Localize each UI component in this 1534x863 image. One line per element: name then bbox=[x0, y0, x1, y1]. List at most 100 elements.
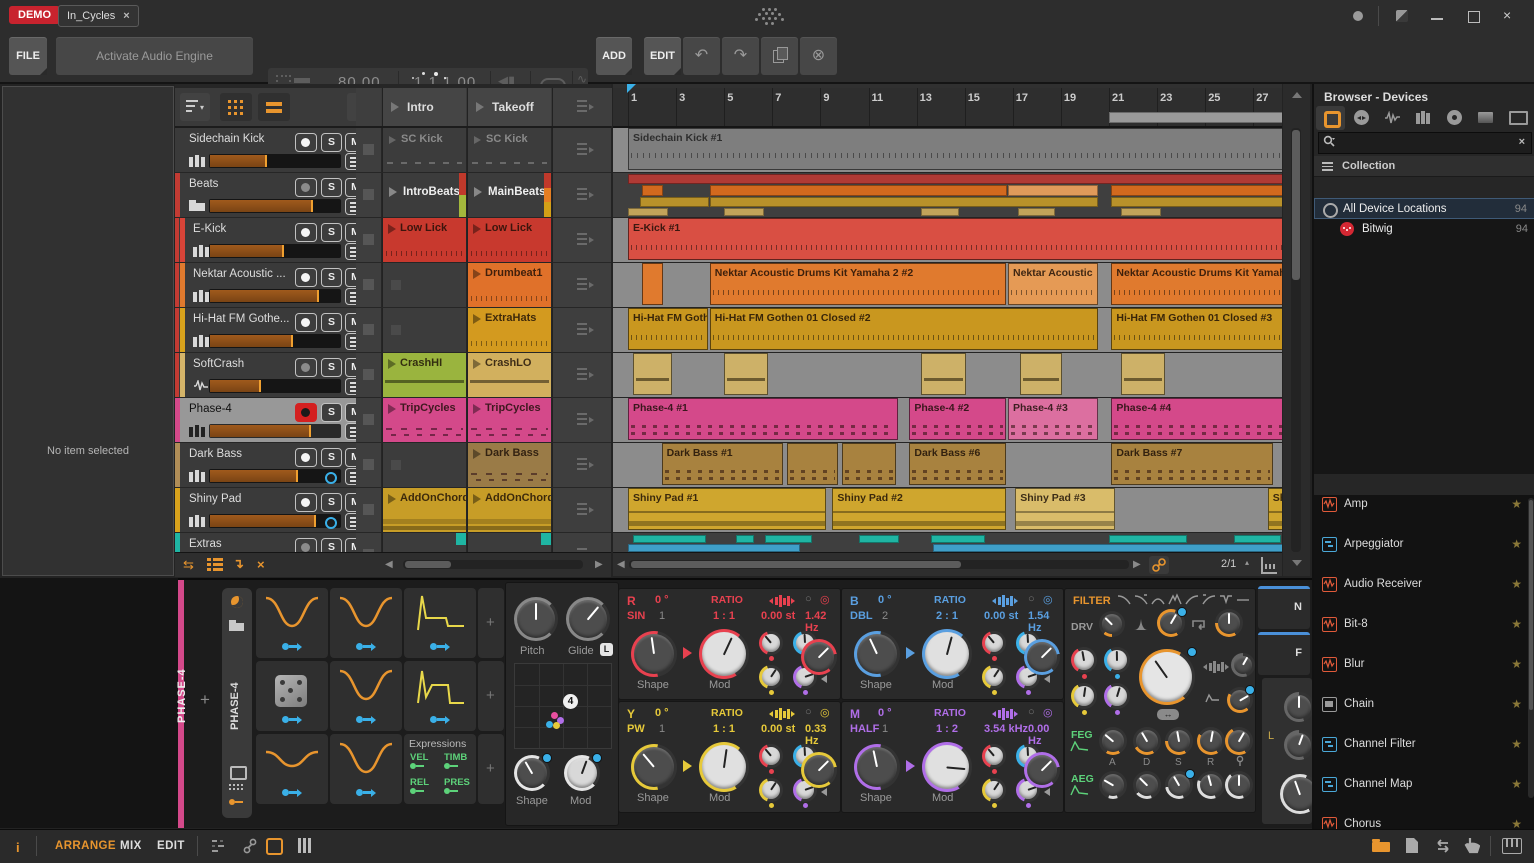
record-arm-button[interactable] bbox=[295, 178, 317, 197]
osc-rate-value[interactable]: 0.33 Hz bbox=[805, 723, 840, 747]
record-arm-button[interactable] bbox=[295, 403, 317, 422]
osc-level-knob[interactable] bbox=[801, 752, 837, 788]
favorite-star-icon[interactable]: ★ bbox=[1511, 657, 1522, 671]
piano-panel-icon[interactable] bbox=[1502, 838, 1522, 854]
modulator-cell-sine[interactable] bbox=[256, 588, 328, 658]
link-views-icon[interactable] bbox=[243, 838, 257, 854]
link-zoom-icon[interactable] bbox=[1149, 556, 1169, 574]
clip-options-cell[interactable] bbox=[552, 533, 611, 552]
filter-shape-icon[interactable] bbox=[1236, 593, 1250, 606]
filter-env-amount-knob[interactable] bbox=[1227, 687, 1253, 713]
osc-letter[interactable]: B bbox=[850, 594, 859, 608]
group-sub-clip[interactable] bbox=[736, 535, 754, 543]
osc-mod-source-knob[interactable] bbox=[759, 744, 783, 768]
clip-slot[interactable]: SC Kick bbox=[467, 128, 551, 172]
arranger-clip[interactable] bbox=[921, 353, 965, 395]
browser-search-field[interactable]: × bbox=[1318, 132, 1532, 154]
osc-mode[interactable]: SIN bbox=[627, 610, 645, 622]
morph-dot[interactable] bbox=[553, 722, 560, 729]
dual-display-icon[interactable] bbox=[212, 840, 226, 852]
arranger-clip[interactable]: Phase-4 #3 bbox=[1008, 398, 1098, 440]
osc-mod-knob[interactable] bbox=[699, 629, 749, 679]
track-header-e-kick[interactable]: E-KickSM bbox=[175, 218, 380, 262]
arranger-clip[interactable]: Shiny Pad #3 bbox=[1015, 488, 1115, 530]
feg-knob[interactable] bbox=[1165, 727, 1193, 755]
aeg-knob[interactable] bbox=[1225, 771, 1253, 799]
group-sub-clip[interactable] bbox=[933, 544, 1282, 552]
filter-mod-source-knob[interactable] bbox=[1071, 647, 1097, 673]
aeg-knob[interactable] bbox=[1165, 771, 1193, 799]
osc-mode[interactable]: DBL bbox=[850, 610, 873, 622]
clip-stop-cell[interactable] bbox=[356, 173, 381, 217]
mod-route-icon[interactable] bbox=[356, 642, 376, 651]
arranger-clip[interactable]: Nektar Acoustic bbox=[1008, 263, 1098, 305]
browser-tab-music[interactable] bbox=[1440, 106, 1469, 130]
zoom-ratio-value[interactable]: 2/1 bbox=[1221, 558, 1236, 570]
browser-tab-plugin[interactable] bbox=[1502, 106, 1531, 130]
osc-mode[interactable]: HALF bbox=[850, 723, 879, 735]
cue-dot[interactable] bbox=[325, 517, 337, 529]
osc-semitone-value[interactable]: 0.00 st bbox=[761, 723, 795, 735]
stereo-icon[interactable]: ◎ bbox=[820, 593, 830, 606]
modulation-route-icon[interactable] bbox=[229, 798, 245, 806]
arranger-scroll-thumb[interactable] bbox=[631, 561, 961, 568]
track-header-beats[interactable]: BeatsSM bbox=[175, 173, 380, 217]
activate-audio-engine-button[interactable]: Activate Audio Engine bbox=[56, 37, 253, 75]
clip-options-cell[interactable] bbox=[552, 263, 611, 307]
osc-phase-value[interactable]: 0 ° bbox=[878, 707, 892, 719]
osc-rate-value[interactable]: 1.42 Hz bbox=[805, 610, 840, 634]
solo-button[interactable]: S bbox=[321, 493, 342, 512]
phase-free-icon[interactable]: ○ bbox=[1028, 593, 1035, 605]
clip-slot[interactable]: Low Lick bbox=[382, 218, 466, 262]
phase-free-icon[interactable]: ○ bbox=[805, 706, 812, 718]
solo-button[interactable]: S bbox=[321, 133, 342, 152]
solo-button[interactable]: S bbox=[321, 403, 342, 422]
play-icon[interactable] bbox=[391, 102, 399, 112]
stereo-icon[interactable]: ◎ bbox=[1043, 593, 1053, 606]
clip-slot[interactable] bbox=[467, 533, 551, 552]
track-header-phase-4[interactable]: Phase-4SM bbox=[175, 398, 380, 442]
osc-rate-value[interactable]: 1.54 Hz bbox=[1028, 610, 1063, 634]
osc-mod-source-knob[interactable] bbox=[759, 778, 783, 802]
group-sub-clip[interactable] bbox=[628, 174, 1282, 184]
osc-phase-value[interactable]: 0 ° bbox=[655, 707, 669, 719]
spectrum-icon[interactable] bbox=[992, 708, 1018, 720]
view-edit-button[interactable]: EDIT bbox=[157, 840, 185, 852]
clip-slot[interactable]: MainBeats bbox=[467, 173, 551, 217]
cutoff-knob[interactable] bbox=[1139, 649, 1195, 705]
solo-button[interactable]: S bbox=[321, 268, 342, 287]
aeg-knob[interactable] bbox=[1133, 771, 1161, 799]
clip-options-cell[interactable] bbox=[552, 488, 611, 532]
favorite-star-icon[interactable]: ★ bbox=[1511, 737, 1522, 751]
clip-slot[interactable] bbox=[382, 308, 466, 352]
group-sub-clip[interactable] bbox=[859, 535, 899, 543]
arranger-clip[interactable]: Phase-4 #1 bbox=[628, 398, 898, 440]
feg-knob[interactable] bbox=[1197, 727, 1225, 755]
spectrum-icon[interactable] bbox=[992, 595, 1018, 607]
osc-letter[interactable]: M bbox=[850, 707, 860, 721]
delete-icon[interactable]: × bbox=[257, 557, 265, 572]
filter-shape-icon[interactable] bbox=[1151, 593, 1165, 606]
record-arm-button[interactable] bbox=[295, 313, 317, 332]
volume-meter[interactable] bbox=[209, 199, 341, 213]
arranger-clip[interactable] bbox=[787, 443, 838, 485]
vertical-scroll-thumb[interactable] bbox=[1292, 130, 1300, 280]
volume-meter[interactable] bbox=[209, 514, 341, 528]
volume-meter[interactable] bbox=[209, 424, 341, 438]
mod-route-icon[interactable] bbox=[430, 642, 450, 651]
clip-slot[interactable]: Dark Bass bbox=[467, 443, 551, 487]
morph-dot[interactable] bbox=[546, 721, 553, 728]
group-sub-clip[interactable] bbox=[710, 185, 1007, 196]
keytrack-knob[interactable] bbox=[1231, 653, 1255, 677]
modulator-cell-sine[interactable] bbox=[330, 734, 402, 804]
clip-options-cell[interactable] bbox=[552, 398, 611, 442]
arranger-scrollbar[interactable] bbox=[629, 560, 1129, 569]
group-sub-clip[interactable] bbox=[724, 208, 764, 216]
browser-tab-preset[interactable] bbox=[1347, 106, 1376, 130]
info-toggle-icon[interactable]: i bbox=[16, 840, 20, 855]
record-arm-button[interactable] bbox=[295, 358, 317, 377]
filter-shape-icon[interactable] bbox=[1219, 593, 1233, 606]
clip-stop-cell[interactable] bbox=[356, 533, 381, 552]
group-sub-clip[interactable] bbox=[628, 208, 668, 216]
arranger-view-button[interactable] bbox=[258, 93, 290, 121]
